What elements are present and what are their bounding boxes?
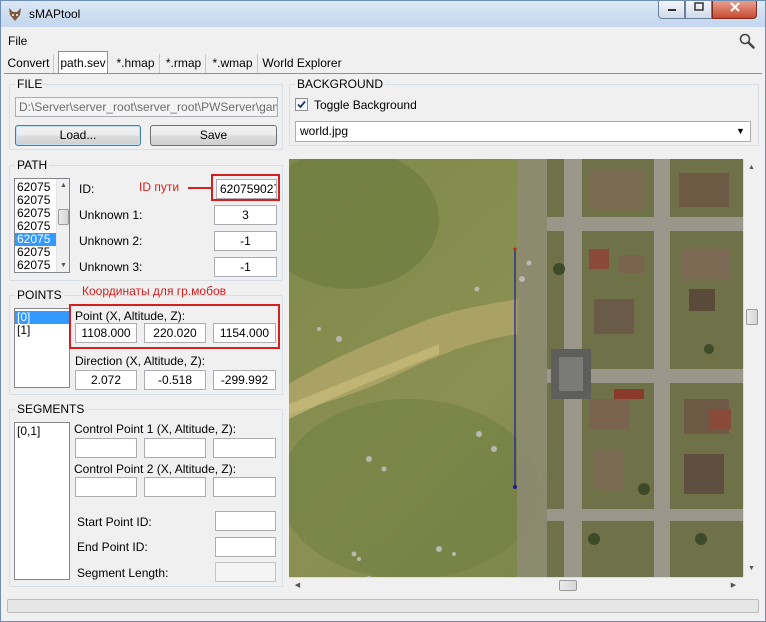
unknown3-label: Unknown 3: <box>79 260 143 274</box>
file-group: FILE D:\Server\server_root\server_root\P… <box>9 77 283 150</box>
direction-altitude-field[interactable]: -0.518 <box>144 370 206 390</box>
tab-world-explorer[interactable]: World Explorer <box>260 54 344 73</box>
cp1-z-field[interactable] <box>213 438 276 458</box>
magnifier-icon[interactable] <box>738 32 756 50</box>
save-button[interactable]: Save <box>150 125 277 146</box>
scroll-down-icon[interactable]: ▼ <box>745 562 758 575</box>
id-annotation: ID пути <box>139 180 180 194</box>
tab-divider <box>4 73 762 74</box>
file-path-field[interactable]: D:\Server\server_root\server_root\PWServ… <box>15 97 278 117</box>
tab-rmap[interactable]: *.rmap <box>162 54 206 73</box>
map-view[interactable] <box>289 159 743 577</box>
window-title: sMAPtool <box>29 7 81 21</box>
end-point-label: End Point ID: <box>77 540 148 554</box>
start-point-field[interactable] <box>215 511 276 531</box>
start-point-label: Start Point ID: <box>77 515 152 529</box>
path-list-scrollbar[interactable]: ▲ ▼ <box>56 179 69 272</box>
unknown2-label: Unknown 2: <box>79 234 143 248</box>
unknown3-field[interactable]: -1 <box>214 257 277 277</box>
chevron-down-icon[interactable]: ▼ <box>732 123 749 140</box>
tab-convert[interactable]: Convert <box>4 54 54 73</box>
points-list[interactable]: [0] [1] <box>14 308 70 388</box>
minimize-icon <box>667 9 676 11</box>
unknown1-label: Unknown 1: <box>79 208 143 222</box>
scroll-thumb[interactable] <box>58 209 69 225</box>
scroll-up-icon[interactable]: ▲ <box>57 179 69 192</box>
checkmark-icon <box>297 100 306 109</box>
map-horizontal-scrollbar[interactable]: ◀ ▶ <box>289 577 743 593</box>
path-point-start[interactable] <box>513 247 517 251</box>
cp2-z-field[interactable] <box>213 477 276 497</box>
cp2-altitude-field[interactable] <box>144 477 206 497</box>
path-id-label: ID: <box>79 182 95 196</box>
menu-file[interactable]: File <box>8 34 27 48</box>
coords-highlight-box <box>69 304 280 349</box>
control-point2-label: Control Point 2 (X, Altitude, Z): <box>74 462 237 476</box>
direction-label: Direction (X, Altitude, Z): <box>75 354 206 368</box>
direction-z-field[interactable]: -299.992 <box>213 370 276 390</box>
map-vertical-scrollbar[interactable]: ▲ ▼ <box>743 159 759 577</box>
path-list[interactable]: 62075 62075 62075 62075 62075 62075 6207… <box>14 178 70 273</box>
segments-list[interactable]: [0,1] <box>14 422 70 580</box>
segments-group-label: SEGMENTS <box>15 402 87 416</box>
app-icon <box>9 8 21 21</box>
control-point1-label: Control Point 1 (X, Altitude, Z): <box>74 422 237 436</box>
tab-wmap[interactable]: *.wmap <box>208 54 258 73</box>
end-point-field[interactable] <box>215 537 276 557</box>
close-button[interactable] <box>712 1 757 19</box>
cp1-altitude-field[interactable] <box>144 438 206 458</box>
unknown2-field[interactable]: -1 <box>214 231 277 251</box>
cp1-x-field[interactable] <box>75 438 137 458</box>
progress-bar <box>7 599 759 613</box>
unknown1-field[interactable]: 3 <box>214 205 277 225</box>
scroll-thumb[interactable] <box>559 580 577 591</box>
list-item[interactable]: [0,1] <box>15 425 69 438</box>
app-window: sMAPtool File Convert path.sev *.hmap *.… <box>0 0 766 622</box>
path-group-label: PATH <box>15 158 50 172</box>
segments-group: SEGMENTS [0,1] Control Point 1 (X, Altit… <box>9 402 283 587</box>
close-icon <box>729 2 740 12</box>
minimize-button[interactable] <box>658 1 685 19</box>
map-image <box>289 159 743 577</box>
segment-length-field <box>215 562 276 582</box>
points-group-label: POINTS <box>15 288 64 302</box>
title-bar[interactable]: sMAPtool <box>1 1 765 27</box>
list-item[interactable]: [1] <box>15 324 69 337</box>
tab-hmap[interactable]: *.hmap <box>112 54 160 73</box>
scroll-up-icon[interactable]: ▲ <box>745 161 758 174</box>
load-button[interactable]: Load... <box>15 125 141 146</box>
background-group-label: BACKGROUND <box>295 77 386 91</box>
scroll-down-icon[interactable]: ▼ <box>57 259 69 272</box>
background-image-value: world.jpg <box>300 124 349 138</box>
direction-x-field[interactable]: 2.072 <box>75 370 137 390</box>
scroll-left-icon[interactable]: ◀ <box>291 579 304 592</box>
toggle-background-label: Toggle Background <box>314 98 417 112</box>
maximize-button[interactable] <box>685 1 712 19</box>
scroll-right-icon[interactable]: ▶ <box>727 579 740 592</box>
annotation-arrow <box>188 187 211 189</box>
file-group-label: FILE <box>15 77 45 91</box>
menu-bar: File <box>1 31 765 51</box>
cp2-x-field[interactable] <box>75 477 137 497</box>
background-image-select[interactable]: world.jpg ▼ <box>295 121 751 142</box>
tab-path-sev[interactable]: path.sev <box>58 51 108 74</box>
background-group: BACKGROUND Toggle Background world.jpg ▼ <box>289 77 759 146</box>
toggle-background-checkbox[interactable] <box>295 98 308 111</box>
path-point-end[interactable] <box>513 485 517 489</box>
coords-annotation: Координаты для гр.мобов <box>82 284 226 298</box>
scroll-thumb[interactable] <box>746 309 758 325</box>
id-highlight-box <box>211 174 280 201</box>
maximize-icon <box>693 2 704 11</box>
segment-length-label: Segment Length: <box>77 566 169 580</box>
